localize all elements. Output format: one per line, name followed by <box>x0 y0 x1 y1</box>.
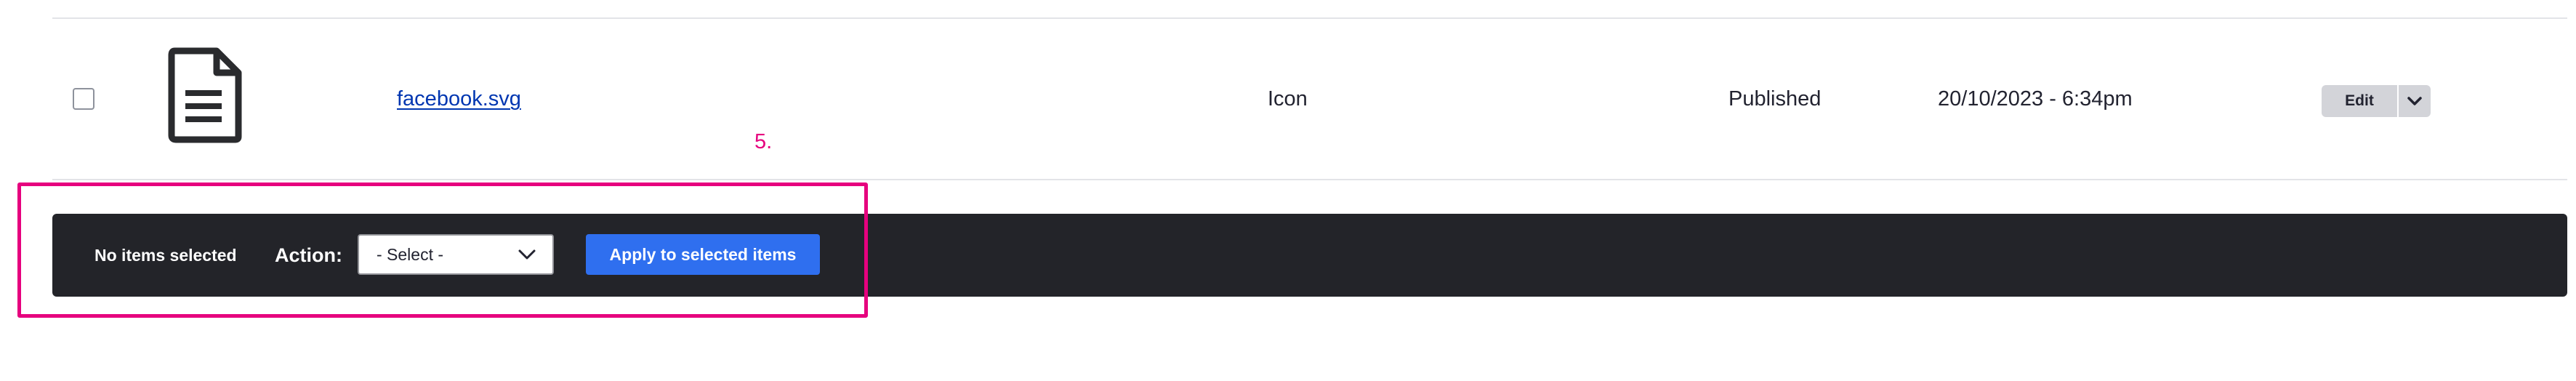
operations-dropbutton: Edit <box>2322 85 2431 117</box>
operations-toggle-button[interactable] <box>2399 85 2431 117</box>
media-type: Icon <box>1268 87 1308 111</box>
row-divider-bottom <box>52 179 2567 180</box>
document-icon <box>166 47 246 144</box>
publish-status: Published <box>1728 87 1822 111</box>
updated-date: 20/10/2023 - 6:34pm <box>1938 87 2133 111</box>
step-annotation-label: 5. <box>754 130 773 153</box>
row-select-checkbox[interactable] <box>73 88 94 110</box>
edit-button[interactable]: Edit <box>2322 85 2397 117</box>
chevron-down-icon <box>2407 97 2422 105</box>
table-row: facebook.svg Icon Published 20/10/2023 -… <box>52 19 2567 179</box>
step-annotation-highlight <box>17 183 868 318</box>
media-listing: facebook.svg Icon Published 20/10/2023 -… <box>0 0 2576 381</box>
file-name-link[interactable]: facebook.svg <box>397 85 521 113</box>
